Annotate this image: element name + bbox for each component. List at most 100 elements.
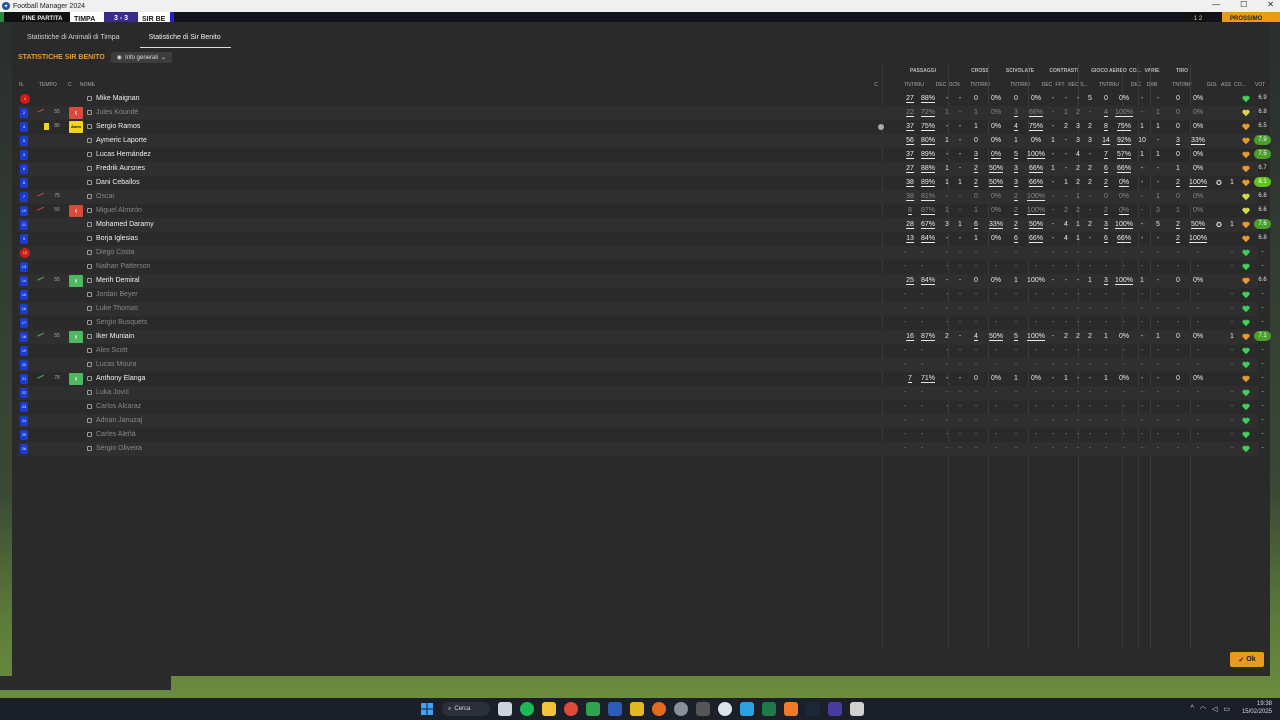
player-name[interactable]: Nathan Patterson (96, 263, 150, 270)
player-name[interactable]: Sergio Busquets (96, 319, 147, 326)
player-row[interactable]: 3 Lucas Hernández 37 89% - -3 0% 5 100% - -4-7 57% 1… (18, 148, 1271, 162)
player-row[interactable]: 11 Mohamed Daramy 28 67% 3 1 6 33% 2 50% -4 1 2 3 100%… (18, 218, 1271, 232)
column-header[interactable]: TNT/RIU (970, 82, 990, 88)
player-name[interactable]: Aymeric Laporte (96, 137, 147, 144)
steam-icon[interactable] (806, 702, 820, 716)
fm24-icon[interactable] (828, 702, 842, 716)
column-header[interactable]: NOME (80, 82, 95, 88)
player-name[interactable]: Alex Scott (96, 347, 128, 354)
player-row[interactable]: 2 55 ‹ Jules Koundé 22 72% 1-1 0% 3 66% -1 2-4 100% -… (18, 106, 1267, 120)
player-name[interactable]: Carlos Alcaraz (96, 403, 141, 410)
firefox-icon[interactable] (652, 702, 666, 716)
column-header[interactable]: TNT/RIU (1010, 82, 1030, 88)
view-dropdown[interactable]: ◉ Info generali ⌄ (110, 52, 173, 63)
player-name[interactable]: Oscar (96, 193, 115, 200)
continue-button[interactable]: PROSSIMO (1222, 12, 1280, 22)
player-row[interactable]: 26 Sérgio Oliveira - - - - - - - - - - - - - - - - - - - - (18, 442, 1264, 456)
player-name[interactable]: Jordan Beyer (96, 291, 138, 298)
player-name[interactable]: Luke Thomas (96, 305, 138, 312)
column-header[interactable]: CROSS (971, 68, 989, 74)
player-name[interactable]: Merih Demiral (96, 277, 140, 284)
tab-home-stats[interactable]: Statistiche di Animali di Timpa (27, 34, 130, 48)
player-row[interactable]: 16 Luke Thomas - - - - - - - - - - - - - - - - - - - - (18, 302, 1264, 316)
player-row[interactable]: 1 Mike Maignan 27 88% - - 0 0% 0 0% - - - 5 0 0% - - 0 0% 6.… (18, 92, 1267, 106)
app-pen-icon[interactable] (784, 702, 798, 716)
player-name[interactable]: Sergio Ramos (96, 123, 140, 130)
player-row[interactable]: 6 Fredrik Aursnes 27 88% 1 - 2 50% 3 66% 1 - 2 2 6 66% -… (18, 162, 1267, 176)
player-row[interactable]: 18 55 › Iker Muniain 16 87% 2-4 50% 5 100% -2 2 2 1 0%… (18, 330, 1271, 344)
task-view-icon[interactable] (498, 702, 512, 716)
player-row[interactable]: 19 Alex Scott - - - - - - - - - - - - - - - - - - - - (18, 344, 1264, 358)
player-row[interactable]: 21 78 › Anthony Elanga 7 71% - - 0 0% 1 0% - 1 - - 1 0% - -… (18, 372, 1264, 386)
player-row[interactable]: 23 Carlos Alcaraz - - - - - - - - - - - - - - - - - - - - (18, 400, 1264, 414)
player-name[interactable]: Diego Costa (96, 249, 135, 256)
volume-icon[interactable]: ◁ (1212, 705, 1217, 713)
column-header[interactable]: TNT/INP (1172, 82, 1191, 88)
column-header[interactable]: TIRO (1176, 68, 1188, 74)
column-header[interactable]: PASSAGGI (910, 68, 936, 74)
word-icon[interactable] (608, 702, 622, 716)
column-header[interactable]: GOL (1207, 82, 1218, 88)
player-name[interactable]: Carles Aleñá (96, 431, 136, 438)
column-header[interactable]: FFT (1055, 82, 1064, 88)
player-name[interactable]: Borja Iglesias (96, 235, 138, 242)
app-w-icon[interactable] (762, 702, 776, 716)
minimize-button[interactable]: — (1212, 0, 1220, 9)
app-f-icon[interactable] (630, 702, 644, 716)
column-header[interactable]: CO... (1129, 68, 1141, 74)
player-row[interactable]: 12 Diego Costa - - - - - - - - - - - - - - - - - - - - (18, 246, 1264, 260)
column-header[interactable]: N. (19, 82, 24, 88)
player-row[interactable]: 7 75 Oscar 38 81% - -0 0% 2 100% - -1-0 0% -1 0 0% 6.8 (18, 190, 1267, 204)
column-header[interactable]: VOT (1255, 82, 1265, 88)
column-header[interactable]: DRB (1147, 82, 1158, 88)
player-name[interactable]: Miguel Almirón (96, 207, 142, 214)
spotify-icon[interactable] (520, 702, 534, 716)
clock[interactable]: 19:38 15/02/2025 (1242, 700, 1272, 716)
column-header[interactable]: TEMPO (39, 82, 57, 88)
column-header[interactable]: TNT/RIU (904, 82, 924, 88)
battery-icon[interactable]: ▭ (1223, 705, 1230, 713)
column-header[interactable]: TNT/RIU (1099, 82, 1119, 88)
player-row[interactable]: 24 Adnan Januzaj - - - - - - - - - - - - - - - - - - - - (18, 414, 1264, 428)
windows-start-icon[interactable] (420, 702, 434, 716)
close-button[interactable]: ✕ (1267, 0, 1274, 9)
column-header[interactable]: DEC (1042, 82, 1053, 88)
player-name[interactable]: Lucas Moura (96, 361, 136, 368)
player-row[interactable]: 22 Luka Jović - - - - - - - - - - - - - - - - - - - - (18, 386, 1264, 400)
column-header[interactable]: CONTRASTI (1049, 68, 1078, 74)
maximize-button[interactable]: ☐ (1240, 0, 1247, 9)
player-name[interactable]: Luka Jović (96, 389, 129, 396)
player-name[interactable]: Lucas Hernández (96, 151, 151, 158)
player-row[interactable]: 8 Dani Ceballos 38 89% 1 1 2 50% 3 66% -1 2 2 2 0% - -2 1… (18, 176, 1271, 190)
column-header[interactable]: ASS (1221, 82, 1231, 88)
column-header[interactable]: DEC (1131, 82, 1142, 88)
player-name[interactable]: Iker Muniain (96, 333, 134, 340)
player-row[interactable]: 14 55 › Merih Demiral 25 84% - -0 0% 1 100% - - -1 3 10… (18, 274, 1267, 288)
system-tray[interactable]: ^ ◠ ◁ ▭ (1191, 705, 1230, 713)
wifi-icon[interactable]: ◠ (1200, 705, 1206, 713)
player-row[interactable]: 9 Borja Iglesias 13 84% - -1 0% 6 66% -4 1-6 66% - -2… (18, 232, 1267, 246)
column-header[interactable]: CO... (1234, 82, 1246, 88)
player-row[interactable]: 4 80 Amm Sergio Ramos 37 75% - -1 0% 4 75% -2 3 2 8 75%… (18, 120, 1267, 134)
column-header[interactable]: OCN (948, 82, 959, 88)
column-header[interactable]: SCIVOLATE (1006, 68, 1034, 74)
telegram-icon[interactable] (740, 702, 754, 716)
player-name[interactable]: Mohamed Daramy (96, 221, 154, 228)
player-name[interactable]: Dani Ceballos (96, 179, 140, 186)
player-name[interactable]: Fredrik Aursnes (96, 165, 145, 172)
column-header[interactable]: VARIE (1145, 68, 1160, 74)
player-row[interactable]: 25 Carles Aleñá - - - - - - - - - - - - - - - - - - - - (18, 428, 1264, 442)
app-dash-icon[interactable] (696, 702, 710, 716)
ok-button[interactable]: ✓ Ok (1230, 652, 1264, 667)
player-row[interactable]: 20 Lucas Moura - - - - - - - - - - - - - - - - - - - - (18, 358, 1264, 372)
player-name[interactable]: Mike Maignan (96, 95, 140, 102)
player-name[interactable]: Jules Koundé (96, 109, 138, 116)
column-header[interactable]: C (874, 82, 878, 88)
player-name[interactable]: Adnan Januzaj (96, 417, 142, 424)
chevron-up-icon[interactable]: ^ (1191, 705, 1194, 713)
taskbar-search[interactable]: ⌕ Cerca (442, 702, 490, 716)
player-name[interactable]: Anthony Elanga (96, 375, 145, 382)
column-header[interactable]: DEC (936, 82, 947, 88)
drive-icon[interactable] (586, 702, 600, 716)
tab-away-stats[interactable]: Statistiche di Sir Benito (139, 34, 231, 48)
